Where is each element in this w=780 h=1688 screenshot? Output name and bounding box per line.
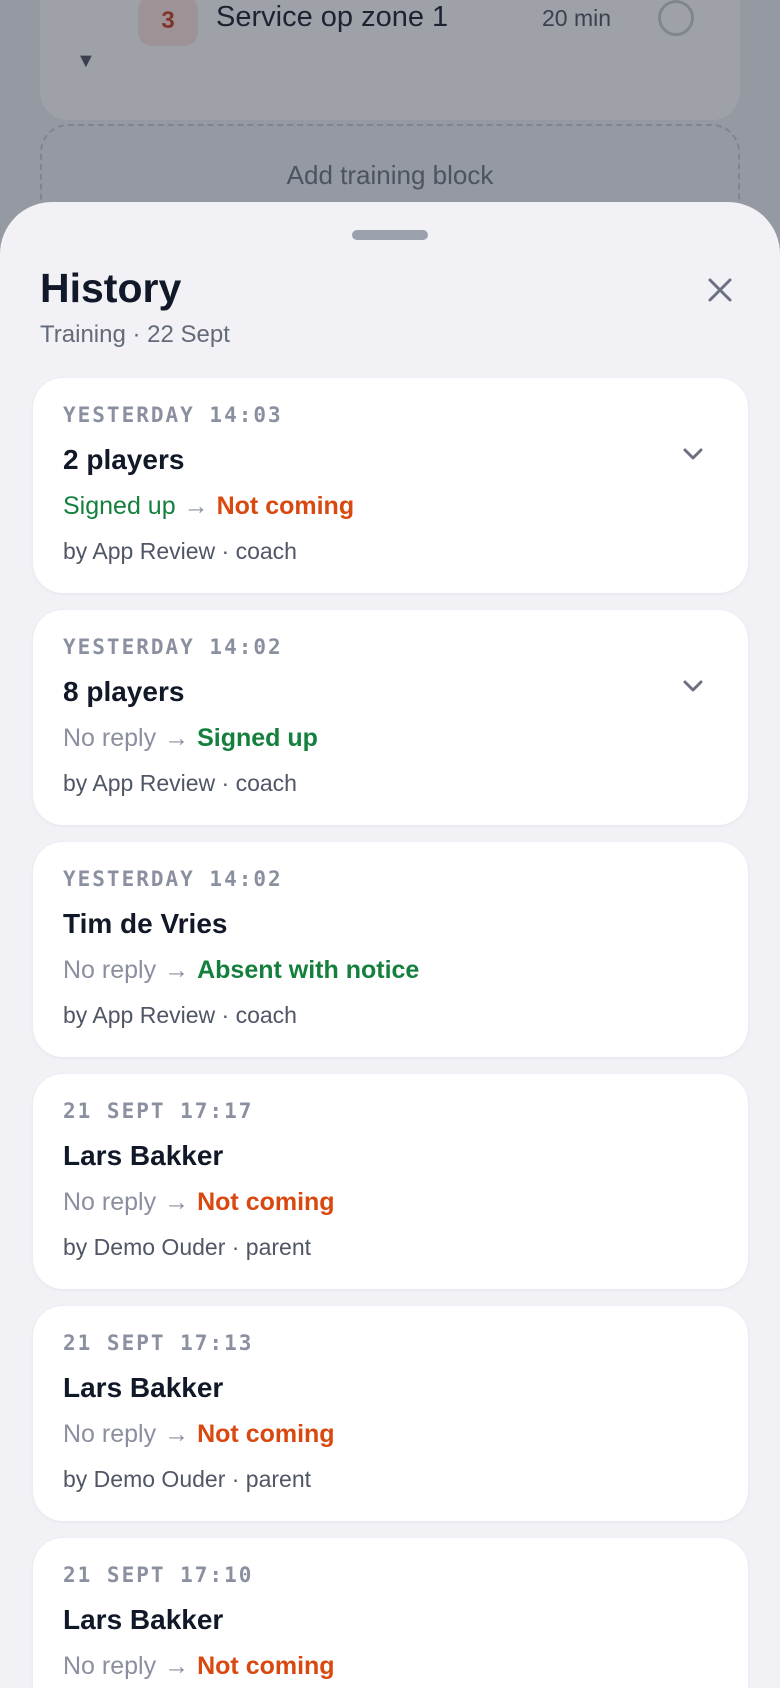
status-change: No reply → Not coming	[63, 1186, 335, 1218]
sheet-subtitle: Training · 22 Sept	[40, 321, 230, 348]
arrow-right-icon: →	[164, 1188, 190, 1216]
history-entry[interactable]: YESTERDAY 14:03 2 players Signed up → Not co…	[33, 378, 748, 593]
status-change: No reply → Not coming	[63, 1650, 335, 1682]
history-sheet: History Training · 22 Sept YESTERDAY 14:…	[0, 202, 780, 1688]
arrow-right-icon: →	[183, 492, 209, 520]
status-to: Not coming	[197, 1188, 335, 1216]
entry-subject: Lars Bakker	[63, 1140, 224, 1171]
sheet-grabber[interactable]	[352, 230, 428, 240]
entry-timestamp: YESTERDAY 14:02	[63, 867, 283, 891]
history-list: YESTERDAY 14:03 2 players Signed up → Not co…	[33, 378, 748, 1688]
close-button[interactable]	[694, 264, 746, 316]
expand-button[interactable]	[669, 662, 717, 710]
entry-subject: 8 players	[63, 676, 185, 707]
status-change: No reply → Signed up	[63, 722, 318, 754]
status-change: No reply → Not coming	[63, 1418, 335, 1450]
entry-timestamp: YESTERDAY 14:02	[63, 635, 283, 659]
status-to: Not coming	[197, 1652, 335, 1680]
status-to: Signed up	[197, 724, 318, 752]
entry-timestamp: 21 SEPT 17:17	[63, 1099, 254, 1123]
status-from: No reply	[63, 1652, 157, 1680]
history-entry: 21 SEPT 17:13 Lars Bakker No reply → Not com…	[33, 1306, 748, 1521]
expand-button[interactable]	[669, 430, 717, 478]
chevron-down-icon	[683, 448, 703, 460]
status-to: Not coming	[216, 492, 355, 520]
entry-timestamp: 21 SEPT 17:10	[63, 1563, 254, 1587]
entry-timestamp: YESTERDAY 14:03	[63, 403, 283, 427]
history-entry: YESTERDAY 14:02 Tim de Vries No reply → Abse…	[33, 842, 748, 1057]
status-from: No reply	[63, 1420, 157, 1448]
status-to: Not coming	[197, 1420, 335, 1448]
status-to: Absent with notice	[197, 956, 420, 984]
arrow-right-icon: →	[164, 1652, 190, 1680]
entry-author: by App Review · coach	[63, 770, 297, 796]
arrow-right-icon: →	[164, 956, 190, 984]
close-icon	[708, 278, 732, 302]
entry-subject: Tim de Vries	[63, 908, 228, 939]
arrow-right-icon: →	[164, 724, 190, 752]
status-from: Signed up	[63, 492, 176, 520]
history-entry[interactable]: YESTERDAY 14:02 8 players No reply → Signed …	[33, 610, 748, 825]
status-change: No reply → Absent with notice	[63, 954, 419, 986]
entry-author: by Demo Ouder · parent	[63, 1466, 312, 1492]
chevron-down-icon	[683, 680, 703, 692]
entry-subject: Lars Bakker	[63, 1604, 224, 1635]
entry-subject: Lars Bakker	[63, 1372, 224, 1403]
sheet-title: History	[40, 265, 182, 311]
status-change: Signed up → Not coming	[63, 490, 354, 522]
status-from: No reply	[63, 956, 157, 984]
entry-author: by App Review · coach	[63, 1002, 297, 1028]
entry-timestamp: 21 SEPT 17:13	[63, 1331, 254, 1355]
history-entry: 21 SEPT 17:17 Lars Bakker No reply → Not com…	[33, 1074, 748, 1289]
status-from: No reply	[63, 724, 157, 752]
entry-author: by App Review · coach	[63, 538, 297, 564]
arrow-right-icon: →	[164, 1420, 190, 1448]
status-from: No reply	[63, 1188, 157, 1216]
entry-author: by Demo Ouder · parent	[63, 1234, 312, 1260]
history-entry: 21 SEPT 17:10 Lars Bakker No reply → Not com…	[33, 1538, 748, 1688]
entry-subject: 2 players	[63, 444, 185, 475]
